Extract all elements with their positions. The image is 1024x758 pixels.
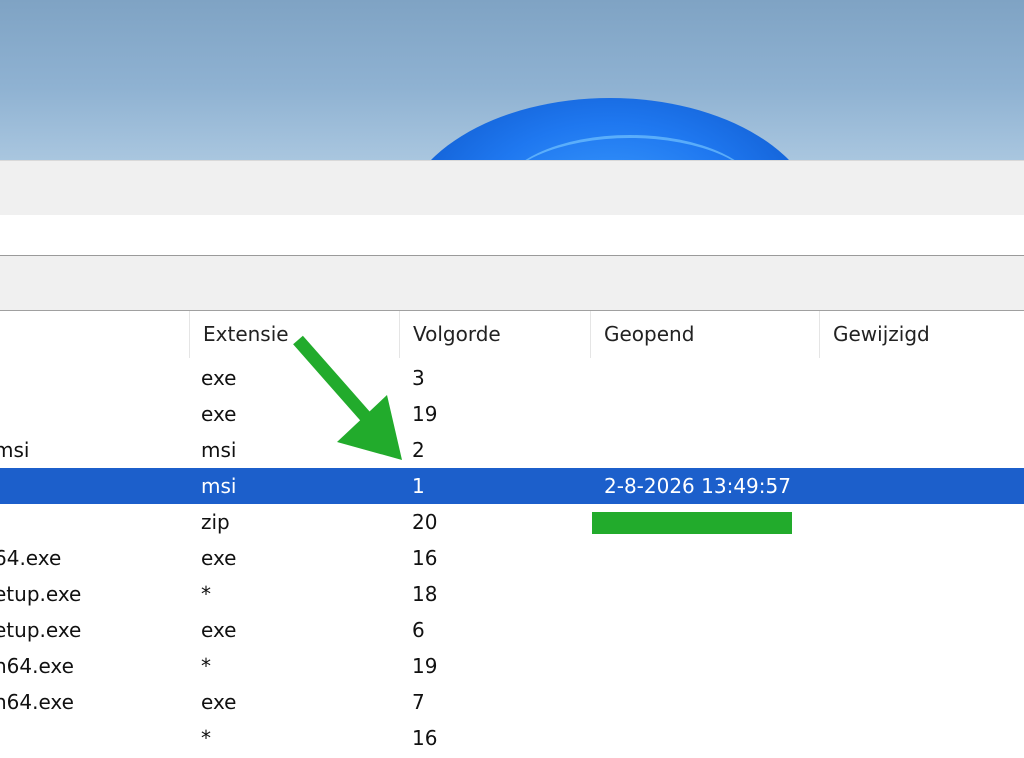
- annotation-arrow-icon: [293, 335, 402, 460]
